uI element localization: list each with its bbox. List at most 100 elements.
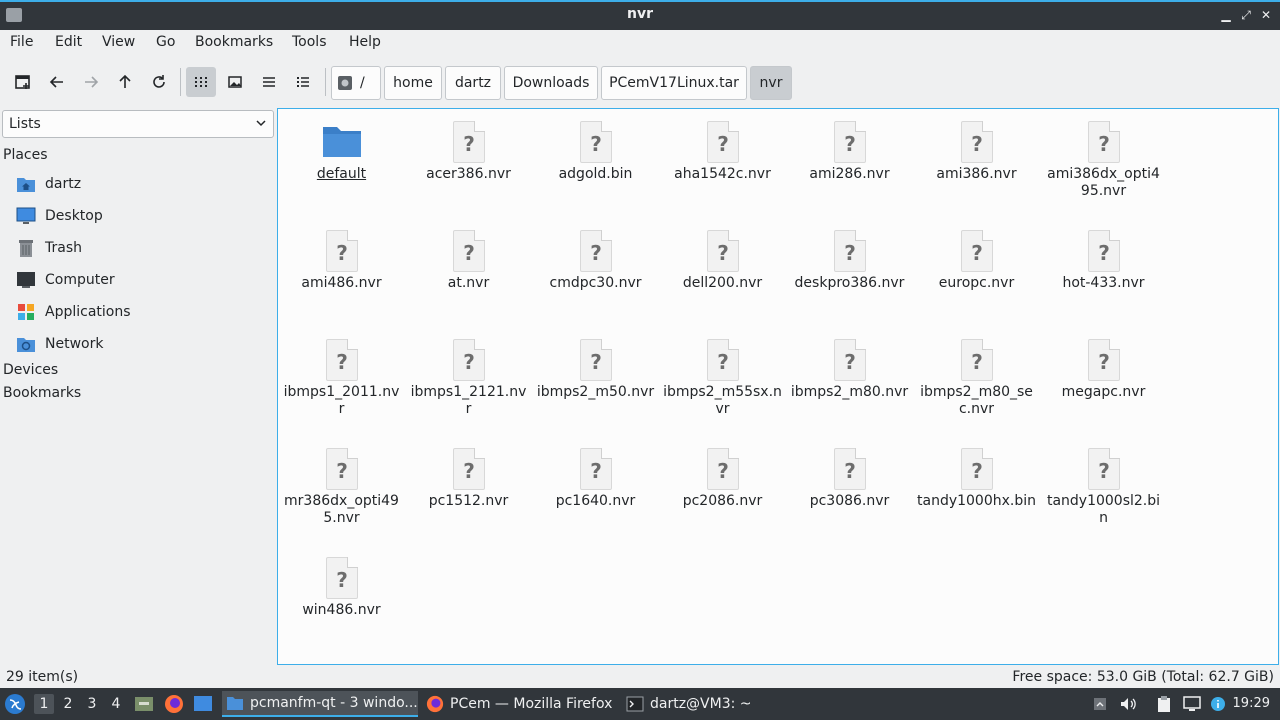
file-item[interactable]: ? ami386.nvr bbox=[913, 113, 1040, 221]
desktop-switch-1[interactable]: 1 bbox=[34, 694, 54, 714]
reload-button[interactable] bbox=[144, 67, 174, 97]
quicklaunch-filemanager[interactable] bbox=[134, 688, 156, 720]
file-item[interactable]: ? ami386dx_opti495.nvr bbox=[1040, 113, 1167, 221]
file-view[interactable]: default? acer386.nvr? adgold.bin? aha1542c.… bbox=[277, 108, 1279, 665]
file-item[interactable]: ? mr386dx_opti495.nvr bbox=[278, 440, 405, 548]
clipboard-icon[interactable] bbox=[1154, 694, 1174, 714]
place-desktop[interactable]: Desktop bbox=[16, 203, 272, 229]
desktop-switch-4[interactable]: 4 bbox=[106, 694, 126, 714]
task-pcmanfm[interactable]: pcmanfm-qt - 3 windo... bbox=[222, 691, 418, 717]
menu-help[interactable]: Help bbox=[349, 34, 381, 50]
breadcrumb-pcemv17linux[interactable]: PCemV17Linux.tar bbox=[601, 66, 747, 100]
task-label: PCem — Mozilla Firefox bbox=[450, 696, 613, 712]
file-item[interactable]: ? ibmps1_2011.nvr bbox=[278, 331, 405, 439]
place-trash[interactable]: Trash bbox=[16, 235, 272, 261]
unknown-file-icon: ? bbox=[326, 230, 358, 272]
detailed-view-button[interactable] bbox=[288, 67, 318, 97]
file-item[interactable]: ? dell200.nvr bbox=[659, 222, 786, 330]
up-button[interactable] bbox=[110, 67, 140, 97]
places-header[interactable]: Places bbox=[3, 147, 48, 163]
file-item[interactable]: ? pc1640.nvr bbox=[532, 440, 659, 548]
update-info-icon[interactable] bbox=[1208, 694, 1228, 714]
task-firefox[interactable]: PCem — Mozilla Firefox bbox=[422, 691, 618, 717]
file-item[interactable]: ? tandy1000sl2.bin bbox=[1040, 440, 1167, 548]
file-item[interactable]: ? ibmps2_m80.nvr bbox=[786, 331, 913, 439]
side-pane: Lists Places dartz Desktop Trash Compute… bbox=[0, 106, 276, 666]
desktop-switch-2[interactable]: 2 bbox=[58, 694, 78, 714]
unknown-file-icon: ? bbox=[834, 339, 866, 381]
compact-view-button[interactable] bbox=[254, 67, 284, 97]
file-item[interactable]: ? pc2086.nvr bbox=[659, 440, 786, 548]
file-name: adgold.bin bbox=[558, 166, 633, 182]
desktop-switch-3[interactable]: 3 bbox=[82, 694, 102, 714]
file-item[interactable]: ? tandy1000hx.bin bbox=[913, 440, 1040, 548]
menu-edit[interactable]: Edit bbox=[55, 34, 82, 50]
place-computer[interactable]: Computer bbox=[16, 267, 272, 293]
file-item[interactable]: ? ibmps1_2121.nvr bbox=[405, 331, 532, 439]
side-pane-mode-select[interactable]: Lists bbox=[2, 110, 274, 138]
file-item[interactable]: ? ibmps2_m55sx.nvr bbox=[659, 331, 786, 439]
file-item[interactable]: ? pc1512.nvr bbox=[405, 440, 532, 548]
clock[interactable]: 19:29 bbox=[1233, 696, 1270, 711]
window-title: nvr bbox=[627, 6, 653, 22]
breadcrumb-downloads[interactable]: Downloads bbox=[504, 66, 598, 100]
devices-header[interactable]: Devices bbox=[3, 362, 58, 378]
file-item[interactable]: ? ami486.nvr bbox=[278, 222, 405, 330]
task-terminal[interactable]: dartz@VM3: ~ bbox=[622, 691, 782, 717]
unknown-file-icon: ? bbox=[834, 121, 866, 163]
breadcrumb-nvr[interactable]: nvr bbox=[750, 66, 792, 100]
file-item[interactable]: ? pc3086.nvr bbox=[786, 440, 913, 548]
arrow-up-icon bbox=[119, 74, 131, 88]
file-item[interactable]: ? adgold.bin bbox=[532, 113, 659, 221]
thumbnail-view-button[interactable] bbox=[220, 67, 250, 97]
file-item[interactable]: ? megapc.nvr bbox=[1040, 331, 1167, 439]
unknown-file-icon: ? bbox=[961, 339, 993, 381]
place-label: Desktop bbox=[45, 208, 103, 224]
file-item[interactable]: ? ami286.nvr bbox=[786, 113, 913, 221]
place-applications[interactable]: Applications bbox=[16, 299, 272, 325]
minimize-icon[interactable]: ▁ bbox=[1217, 5, 1235, 25]
grid-icon bbox=[195, 77, 207, 87]
menu-go[interactable]: Go bbox=[156, 34, 175, 50]
close-icon[interactable]: ✕ bbox=[1257, 5, 1275, 25]
file-item[interactable]: ? win486.nvr bbox=[278, 549, 405, 657]
quicklaunch-show-desktop[interactable] bbox=[193, 688, 215, 720]
back-button[interactable] bbox=[42, 67, 72, 97]
unknown-file-icon: ? bbox=[707, 121, 739, 163]
file-item[interactable]: ? at.nvr bbox=[405, 222, 532, 330]
file-item[interactable]: ? acer386.nvr bbox=[405, 113, 532, 221]
file-item[interactable]: ? cmdpc30.nvr bbox=[532, 222, 659, 330]
file-item[interactable]: ? hot-433.nvr bbox=[1040, 222, 1167, 330]
restore-icon[interactable]: ⤢ bbox=[1237, 5, 1255, 25]
place-dartz[interactable]: dartz bbox=[16, 171, 272, 197]
menu-bookmarks[interactable]: Bookmarks bbox=[195, 34, 273, 50]
file-item[interactable]: ? europc.nvr bbox=[913, 222, 1040, 330]
file-name: tandy1000sl2.bin bbox=[1046, 493, 1161, 526]
menu-file[interactable]: File bbox=[10, 34, 33, 50]
place-network[interactable]: Network bbox=[16, 331, 272, 357]
folder-item[interactable]: default bbox=[278, 113, 405, 221]
file-item[interactable]: ? deskpro386.nvr bbox=[786, 222, 913, 330]
menu-tools[interactable]: Tools bbox=[292, 34, 327, 50]
menu-view[interactable]: View bbox=[102, 34, 135, 50]
file-item[interactable]: ? aha1542c.nvr bbox=[659, 113, 786, 221]
bookmarks-header[interactable]: Bookmarks bbox=[3, 385, 81, 401]
icon-view-button[interactable] bbox=[186, 67, 216, 97]
breadcrumb-home[interactable]: home bbox=[384, 66, 442, 100]
breadcrumb-root[interactable]: / bbox=[331, 66, 381, 100]
unknown-file-icon: ? bbox=[961, 121, 993, 163]
unknown-file-icon: ? bbox=[1088, 448, 1120, 490]
display-icon[interactable] bbox=[1182, 694, 1202, 714]
breadcrumb-label: home bbox=[393, 75, 433, 91]
quicklaunch-firefox[interactable] bbox=[164, 688, 186, 720]
file-name: deskpro386.nvr bbox=[794, 275, 905, 291]
unknown-file-icon: ? bbox=[961, 230, 993, 272]
breadcrumb-dartz[interactable]: dartz bbox=[445, 66, 501, 100]
tray-up-icon[interactable] bbox=[1090, 694, 1110, 714]
start-menu-button[interactable] bbox=[4, 688, 28, 720]
file-item[interactable]: ? ibmps2_m80_sec.nvr bbox=[913, 331, 1040, 439]
new-tab-button[interactable] bbox=[8, 67, 38, 97]
file-item[interactable]: ? ibmps2_m50.nvr bbox=[532, 331, 659, 439]
volume-icon[interactable] bbox=[1118, 694, 1138, 714]
forward-button[interactable] bbox=[76, 67, 106, 97]
